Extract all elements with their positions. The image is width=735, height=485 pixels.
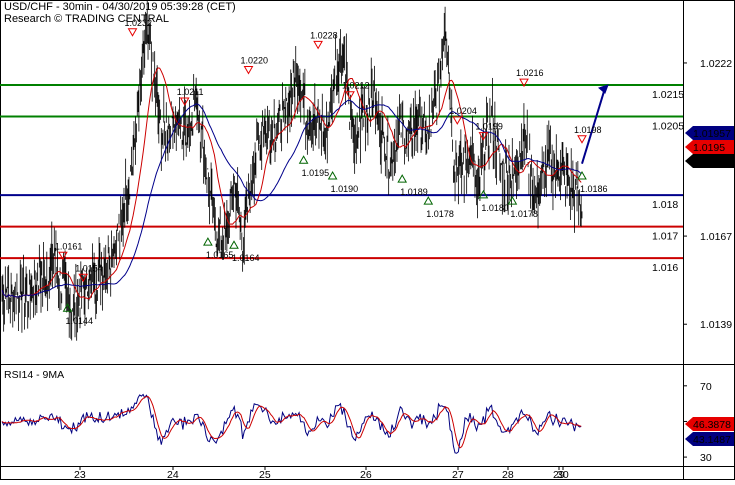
level-label-1.0205: 1.0205 bbox=[652, 120, 684, 132]
price-badge-label: 1.01957 bbox=[693, 128, 731, 140]
low-marker bbox=[423, 196, 434, 205]
low-marker bbox=[397, 174, 408, 183]
low-label: 1.0178 bbox=[510, 209, 538, 219]
low-label: 1.0186 bbox=[580, 184, 608, 194]
high-marker bbox=[577, 135, 587, 144]
rsi-line bbox=[1, 393, 582, 454]
rsi-ma-line bbox=[1, 395, 582, 449]
price-badge-label: 1.01913 bbox=[693, 156, 731, 168]
high-label: 1.0154 bbox=[75, 263, 103, 273]
low-marker bbox=[327, 170, 338, 180]
high-label: 1.0198 bbox=[574, 125, 602, 135]
low-label: 1.0180 bbox=[481, 203, 509, 213]
price-tick-label: 1.0167 bbox=[700, 231, 732, 243]
low-label: 1.0178 bbox=[426, 209, 454, 219]
low-marker bbox=[229, 240, 239, 249]
level-label-1.016: 1.016 bbox=[652, 262, 678, 274]
low-marker bbox=[203, 237, 213, 246]
rsi-tick-label: 70 bbox=[700, 381, 712, 393]
level-label-1.018: 1.018 bbox=[652, 199, 678, 211]
forecast-arrow-head bbox=[597, 84, 609, 94]
price-tick-label: 1.0222 bbox=[700, 58, 732, 70]
level-label-1.0215: 1.0215 bbox=[652, 89, 684, 101]
chart-source: Research © TRADING CENTRAL bbox=[4, 13, 169, 25]
rsi-badge-label: 43.1487 bbox=[693, 434, 731, 446]
high-label: 1.0212 bbox=[342, 81, 370, 91]
high-label: 1.0220 bbox=[241, 56, 269, 66]
low-label: 1.0189 bbox=[400, 187, 428, 197]
high-label: 1.0211 bbox=[177, 87, 204, 97]
x-tick-label: 24 bbox=[167, 469, 179, 480]
level-label-1.017: 1.017 bbox=[652, 231, 678, 243]
outer-frame bbox=[0, 0, 735, 480]
high-marker bbox=[243, 66, 254, 75]
high-marker bbox=[127, 28, 138, 37]
low-label: 1.0195 bbox=[302, 168, 330, 178]
x-tick-label: 27 bbox=[452, 469, 464, 480]
rsi-badge-label: 46.3878 bbox=[693, 419, 731, 431]
low-label: 1.0144 bbox=[66, 316, 94, 326]
high-label: 1.0228 bbox=[310, 30, 338, 40]
high-label: 1.0161 bbox=[55, 241, 83, 251]
low-label: 1.0165 bbox=[206, 250, 234, 260]
chart-title: USD/CHF - 30min - 04/30/2019 05:39:28 (C… bbox=[4, 1, 236, 13]
x-tick-label: 23 bbox=[74, 469, 86, 480]
chart-root: 1.0222 1.0167 1.0139 23 24 25 26 27 28 29 30 1.0215… bbox=[0, 0, 735, 481]
high-label: 1.0204 bbox=[449, 106, 477, 116]
x-tick-label: 26 bbox=[360, 469, 372, 480]
price-badge-label: 1.0195 bbox=[693, 142, 725, 154]
high-marker bbox=[313, 40, 323, 50]
low-label: 1.0164 bbox=[232, 253, 260, 263]
x-tick-label: 25 bbox=[259, 469, 271, 480]
rsi-panel-label: RSI14 - 9MA bbox=[4, 369, 64, 381]
x-tick-label: 28 bbox=[502, 469, 514, 480]
chart-svg: 1.02221.01671.013923 24 25 26 27 28 29301.0215… bbox=[0, 0, 735, 481]
high-label: 1.0199 bbox=[475, 122, 503, 132]
high-marker bbox=[345, 91, 355, 100]
x-tick-label: 30 bbox=[557, 469, 569, 480]
high-marker bbox=[452, 116, 463, 125]
low-marker bbox=[577, 170, 587, 180]
price-tick-label: 1.0139 bbox=[700, 319, 732, 331]
low-label: 1.0190 bbox=[331, 184, 359, 194]
rsi-tick-label: 30 bbox=[700, 452, 712, 464]
low-marker bbox=[298, 155, 309, 164]
high-label: 1.0216 bbox=[516, 68, 544, 78]
